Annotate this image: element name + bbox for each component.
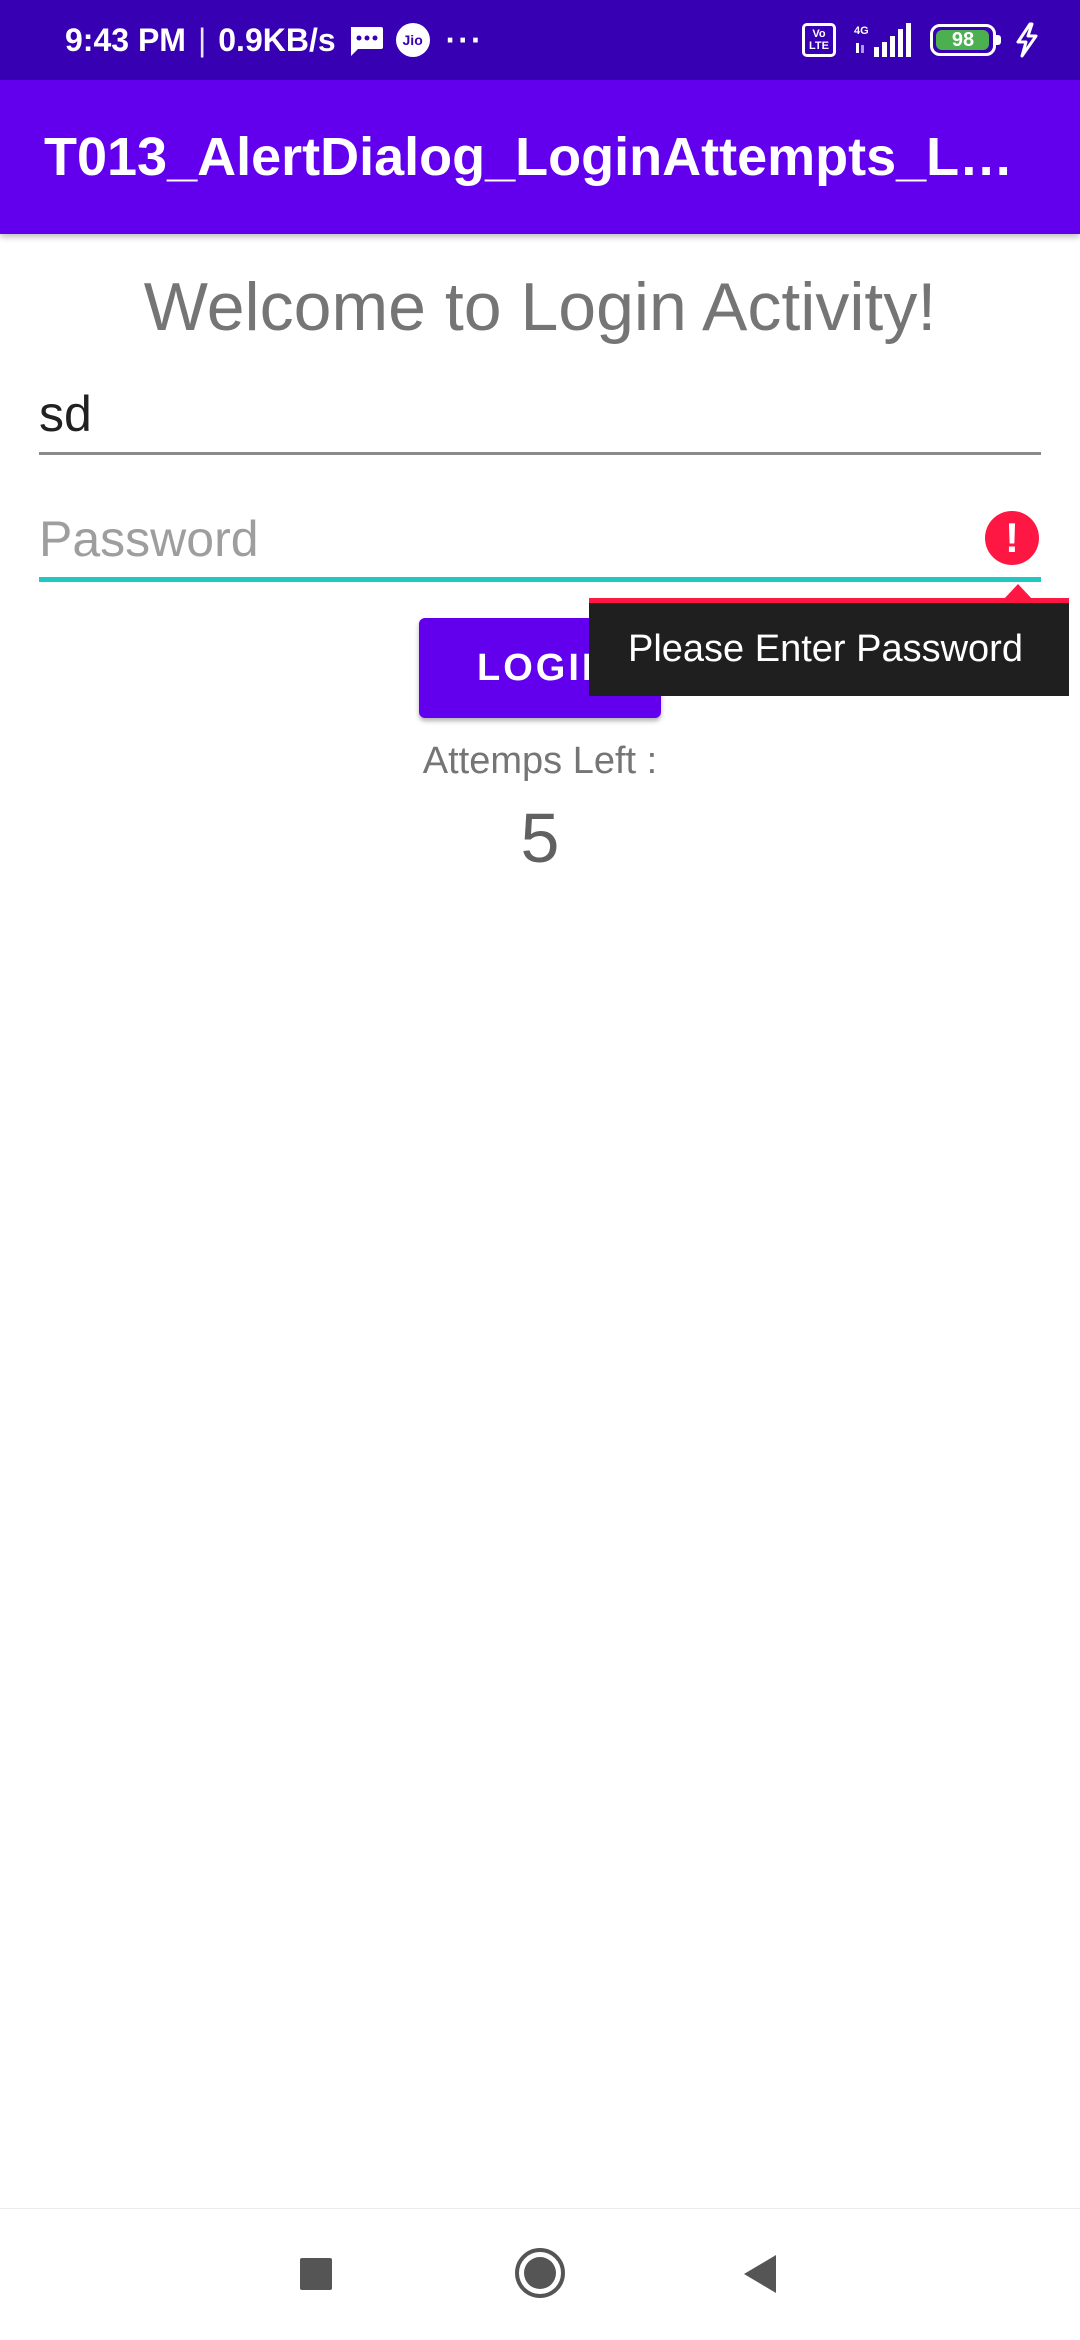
volte-line2: LTE	[809, 40, 829, 52]
net-speed: 0.9KB/s	[218, 21, 336, 58]
welcome-heading: Welcome to Login Activity!	[143, 269, 937, 345]
battery-nub	[996, 35, 1001, 45]
volte-icon: Vo LTE	[802, 23, 836, 57]
battery-icon: 98	[930, 24, 1001, 56]
signal-icon: 4G	[852, 23, 914, 57]
volte-line1: Vo	[812, 28, 826, 40]
password-field[interactable]	[39, 500, 1041, 582]
more-icon: ···	[445, 21, 484, 58]
app-bar: T013_AlertDialog_LoginAttempts_L…	[0, 80, 1080, 234]
message-icon	[348, 25, 384, 56]
status-left: 9:43 PM | 0.9KB/s Jio ···	[65, 0, 484, 80]
status-right: Vo LTE 4G 98	[802, 0, 1042, 80]
recents-icon[interactable]	[300, 2258, 332, 2290]
battery-level: 98	[951, 28, 975, 51]
status-bar: 9:43 PM | 0.9KB/s Jio ··· Vo LTE 4G 98	[0, 0, 1080, 80]
error-icon[interactable]: !	[985, 511, 1039, 565]
status-time: 9:43 PM	[65, 21, 186, 58]
attempts-value: 5	[520, 799, 560, 877]
back-icon[interactable]	[744, 2255, 776, 2293]
home-icon-inner	[524, 2257, 556, 2289]
error-message: Please Enter Password	[628, 628, 1023, 670]
jio-icon: Jio	[395, 23, 430, 57]
username-field[interactable]	[39, 375, 1041, 455]
home-icon[interactable]	[515, 2248, 565, 2298]
nav-bar	[0, 2208, 1080, 2340]
attempts-label: Attemps Left :	[422, 740, 658, 782]
charging-icon	[1012, 22, 1042, 58]
status-separator: |	[197, 21, 207, 58]
app-title: T013_AlertDialog_LoginAttempts_L…	[44, 127, 1014, 187]
error-popup: Please Enter Password	[589, 598, 1069, 696]
network-type-label: 4G	[854, 25, 869, 37]
